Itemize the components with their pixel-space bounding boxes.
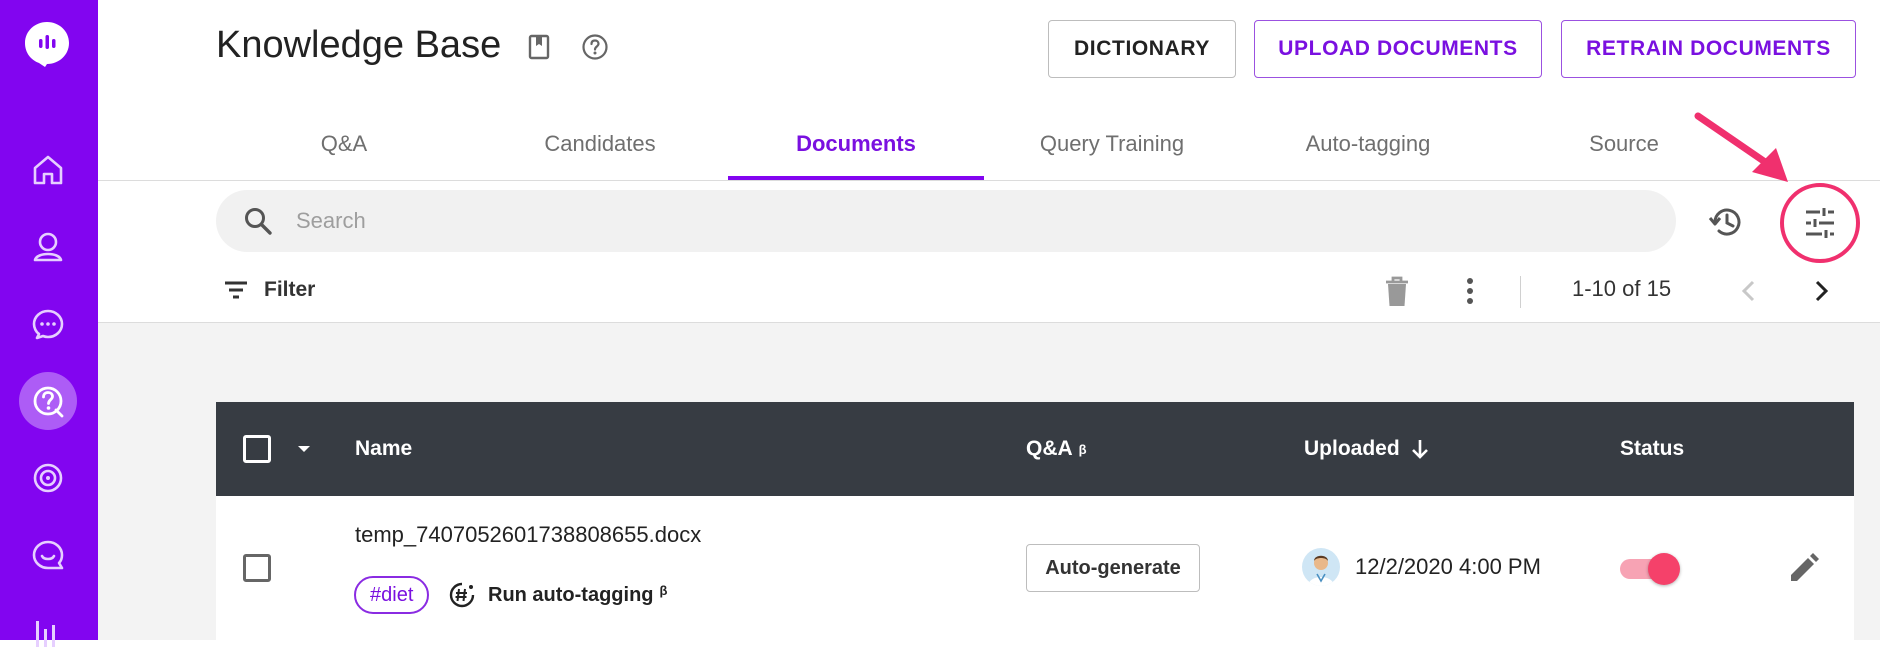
filter-label: Filter <box>264 278 315 302</box>
search-input[interactable] <box>296 190 1636 252</box>
filter-button[interactable]: Filter <box>222 274 315 306</box>
column-uploaded[interactable]: Uploaded <box>1304 402 1430 496</box>
book-icon[interactable] <box>524 32 554 62</box>
column-name[interactable]: Name <box>355 402 412 496</box>
search-icon <box>242 205 274 237</box>
run-auto-tagging-label: Run auto-tagging <box>488 584 654 607</box>
analytics-icon <box>29 613 67 651</box>
table-header: Name Q&A β Uploaded Status <box>216 402 1854 496</box>
more-options-icon[interactable] <box>1458 274 1482 308</box>
home-icon <box>29 151 67 189</box>
beta-marker: β <box>1079 442 1087 457</box>
upload-documents-button[interactable]: UPLOAD DOCUMENTS <box>1254 20 1542 78</box>
auto-generate-button[interactable]: Auto-generate <box>1026 544 1200 592</box>
sidebar-item-messages[interactable] <box>19 526 77 584</box>
filter-icon <box>222 279 250 301</box>
sidebar <box>0 0 98 640</box>
history-button[interactable] <box>1706 202 1746 242</box>
search-bar <box>216 190 1676 252</box>
tag-badge[interactable]: #diet <box>354 576 429 614</box>
knowledge-icon <box>29 382 67 420</box>
tab-qa[interactable]: Q&A <box>216 108 472 180</box>
user-icon <box>29 228 67 266</box>
column-uploaded-label: Uploaded <box>1304 437 1400 461</box>
toolbar-divider <box>1520 276 1521 308</box>
chat-icon <box>29 305 67 343</box>
messages-icon <box>29 536 67 574</box>
column-qa-label: Q&A <box>1026 437 1073 461</box>
view-settings-button[interactable] <box>1780 183 1860 263</box>
annotation-arrow-icon <box>1690 110 1800 190</box>
history-icon <box>1707 203 1745 241</box>
column-status[interactable]: Status <box>1620 402 1684 496</box>
uploaded-date: 12/2/2020 4:00 PM <box>1355 554 1541 580</box>
status-toggle[interactable] <box>1620 552 1678 584</box>
tab-candidates[interactable]: Candidates <box>472 108 728 180</box>
documents-table: Name Q&A β Uploaded Status temp_740705260… <box>216 402 1854 640</box>
chevron-right-icon[interactable] <box>1806 276 1836 306</box>
beta-marker: β <box>660 583 668 598</box>
retrain-documents-button[interactable]: RETRAIN DOCUMENTS <box>1561 20 1856 78</box>
avatar <box>1302 548 1340 586</box>
sort-down-icon <box>1410 438 1430 460</box>
page-title: Knowledge Base <box>216 24 501 67</box>
edit-icon[interactable] <box>1786 552 1820 586</box>
radar-icon <box>29 459 67 497</box>
sidebar-item-knowledge[interactable] <box>19 372 77 430</box>
run-auto-tagging-button[interactable]: Run auto-tagging β <box>448 576 667 614</box>
pagination-label: 1-10 of 15 <box>1572 276 1671 302</box>
dictionary-button[interactable]: DICTIONARY <box>1048 20 1236 78</box>
document-filename[interactable]: temp_7407052601738808655.docx <box>355 522 701 548</box>
app-logo-icon[interactable] <box>23 20 71 68</box>
sidebar-item-analytics[interactable] <box>19 603 77 661</box>
tune-icon <box>1801 204 1839 242</box>
table-row[interactable]: temp_7407052601738808655.docx #diet Run … <box>216 496 1854 640</box>
tab-documents[interactable]: Documents <box>728 108 984 180</box>
sidebar-item-radar[interactable] <box>19 449 77 507</box>
auto-tag-icon <box>448 581 476 609</box>
select-all-checkbox[interactable] <box>243 435 271 463</box>
delete-icon[interactable] <box>1382 274 1412 308</box>
tab-query-training[interactable]: Query Training <box>984 108 1240 180</box>
row-checkbox[interactable] <box>243 554 271 582</box>
select-dropdown-icon[interactable] <box>296 444 312 454</box>
tab-auto-tagging[interactable]: Auto-tagging <box>1240 108 1496 180</box>
sidebar-item-users[interactable] <box>19 218 77 276</box>
column-qa[interactable]: Q&A β <box>1026 402 1087 496</box>
toggle-knob <box>1648 553 1680 585</box>
sidebar-item-home[interactable] <box>19 141 77 199</box>
chevron-left-icon[interactable] <box>1734 276 1764 306</box>
help-icon[interactable] <box>580 32 610 62</box>
sidebar-item-chat[interactable] <box>19 295 77 353</box>
tabs-divider <box>98 180 1880 181</box>
